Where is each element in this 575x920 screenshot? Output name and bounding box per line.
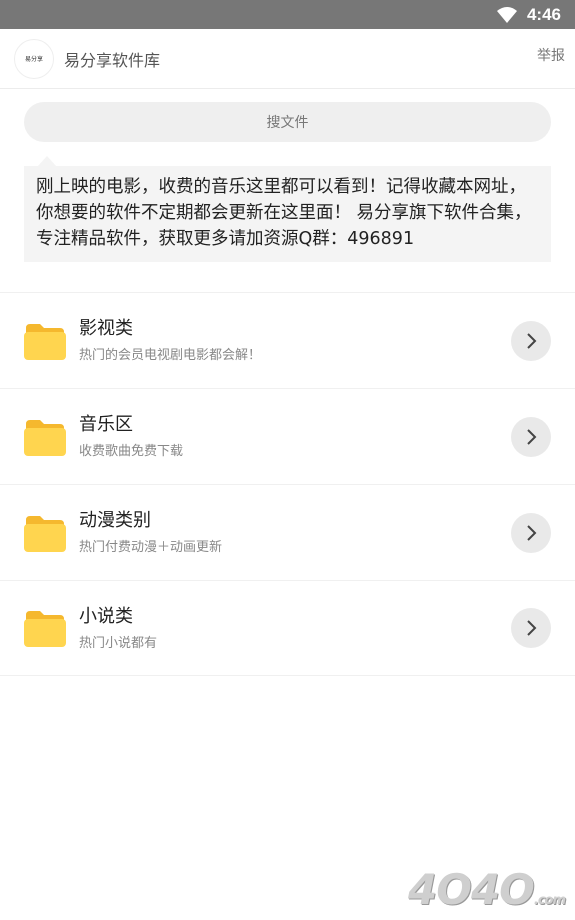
- chevron-right-icon: [527, 620, 537, 636]
- category-item-movies[interactable]: 影视类 热门的会员电视剧电影都会解！: [0, 292, 575, 388]
- open-category-button[interactable]: [511, 608, 551, 648]
- open-category-button[interactable]: [511, 512, 551, 553]
- app-logo-text: 易分享: [24, 56, 43, 63]
- category-title: 小说类: [79, 605, 133, 627]
- notice-bubble: 刚上映的电影，收费的音乐这里都可以看到！记得收藏本网址，你想要的软件不定期都会更…: [24, 156, 551, 262]
- category-title: 音乐区: [79, 414, 133, 435]
- app-header: 易分享 易分享软件库 举报: [0, 29, 575, 89]
- category-desc: 热门付费动漫＋动画更新: [79, 540, 223, 555]
- open-category-button[interactable]: [511, 416, 551, 457]
- app-logo: 易分享: [14, 38, 54, 79]
- chevron-right-icon: [527, 332, 537, 349]
- watermark-logo: 4O4O.com: [408, 865, 566, 914]
- search-placeholder: 搜文件: [266, 115, 309, 131]
- category-item-anime[interactable]: 动漫类别 热门付费动漫＋动画更新: [0, 484, 575, 580]
- clock: 4:46: [526, 4, 561, 24]
- notice-text: 刚上映的电影，收费的音乐这里都可以看到！记得收藏本网址，你想要的软件不定期都会更…: [36, 177, 532, 249]
- watermark-suffix: .com: [533, 893, 566, 908]
- category-desc: 热门的会员电视剧电影都会解！: [79, 348, 262, 363]
- folder-icon: [24, 611, 66, 647]
- folder-icon: [24, 419, 66, 456]
- chevron-right-icon: [527, 524, 537, 541]
- open-category-button[interactable]: [511, 320, 551, 361]
- category-title: 影视类: [79, 318, 133, 339]
- folder-icon: [24, 323, 66, 360]
- status-bar: 4:46: [0, 0, 575, 29]
- category-desc: 收费歌曲免费下载: [79, 444, 184, 459]
- wifi-icon: [496, 6, 517, 23]
- search-input[interactable]: 搜文件: [24, 102, 551, 142]
- category-desc: 热门小说都有: [79, 635, 158, 651]
- report-button[interactable]: 举报: [537, 45, 565, 65]
- app-title: 易分享软件库: [64, 50, 161, 70]
- folder-icon: [24, 515, 66, 552]
- category-item-music[interactable]: 音乐区 收费歌曲免费下载: [0, 388, 575, 484]
- category-list: 影视类 热门的会员电视剧电影都会解！ 音乐区 收费歌曲免费下载 动漫类别 热门付…: [0, 292, 575, 676]
- category-item-novels[interactable]: 小说类 热门小说都有: [0, 580, 575, 676]
- watermark-text: 4O4O: [408, 865, 535, 914]
- chevron-right-icon: [527, 428, 537, 445]
- category-title: 动漫类别: [79, 510, 151, 531]
